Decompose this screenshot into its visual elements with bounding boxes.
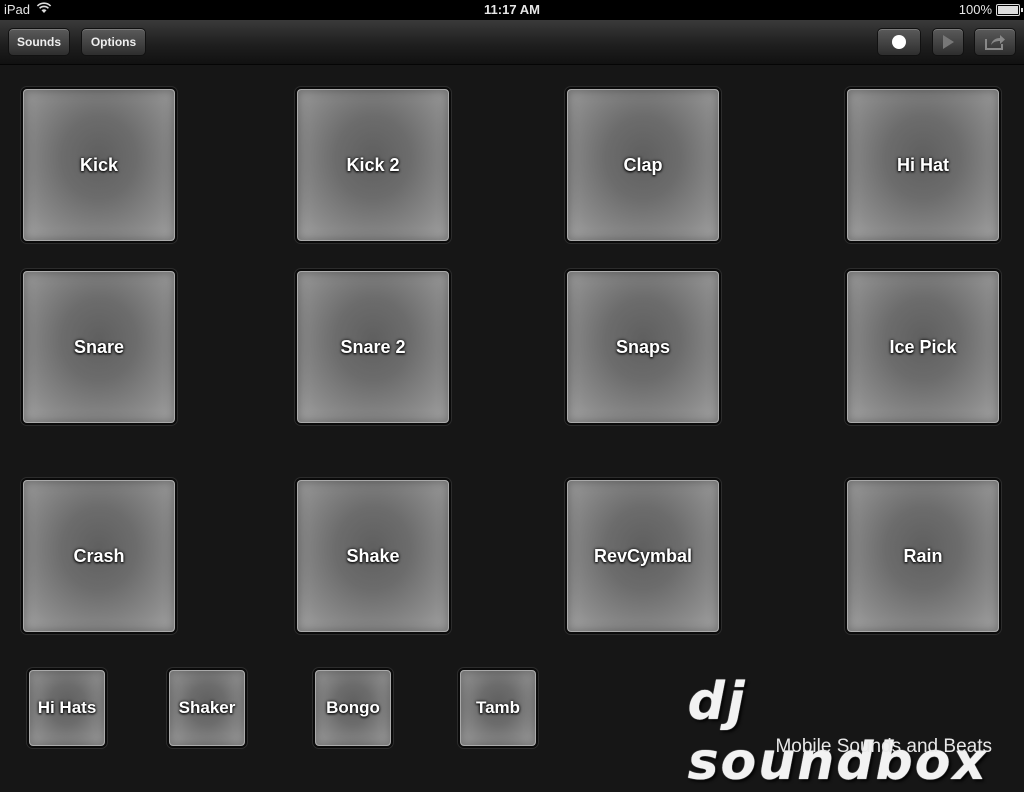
pad-label: Hi Hats (37, 698, 97, 717)
battery-percent: 100% (958, 2, 992, 17)
status-right: 100% (958, 2, 1023, 17)
pad-kick[interactable]: Kick (23, 89, 175, 241)
pad-label: Snare (73, 336, 125, 357)
sounds-button[interactable]: Sounds (8, 28, 70, 56)
record-icon (891, 34, 907, 50)
pad-crash[interactable]: Crash (23, 480, 175, 632)
pad-label: Clap (623, 154, 663, 175)
pad-label: Bongo (326, 698, 380, 717)
toolbar: Sounds Options (0, 20, 1024, 65)
pad-shake[interactable]: Shake (297, 480, 449, 632)
logo-tagline: Mobile Sounds and Beats (775, 736, 992, 757)
pad-label: Kick 2 (346, 154, 400, 175)
pad-hi-hat[interactable]: Hi Hat (847, 89, 999, 241)
small-pad-bongo[interactable]: Bongo (315, 670, 391, 746)
play-icon (941, 34, 955, 50)
status-bar: iPad 11:17 AM 100% (0, 0, 1024, 20)
pad-clap[interactable]: Clap (567, 89, 719, 241)
logo-brand: dj soundbox (687, 672, 989, 792)
pad-kick-2[interactable]: Kick 2 (297, 89, 449, 241)
options-button[interactable]: Options (81, 28, 146, 56)
pad-label: Shaker (178, 698, 236, 717)
pad-label: RevCymbal (593, 545, 693, 566)
pad-label: Tamb (475, 698, 521, 717)
pad-label: Crash (73, 545, 125, 566)
pad-snare[interactable]: Snare (23, 271, 175, 423)
pad-label: Rain (903, 545, 943, 566)
pad-label: Ice Pick (889, 336, 957, 357)
share-button[interactable] (974, 28, 1016, 56)
play-button[interactable] (932, 28, 964, 56)
app-logo: dj soundbox Mobile Sounds and Beats (688, 672, 1012, 792)
pad-rain[interactable]: Rain (847, 480, 999, 632)
pad-snare-2[interactable]: Snare 2 (297, 271, 449, 423)
pad-revcymbal[interactable]: RevCymbal (567, 480, 719, 632)
status-time: 11:17 AM (484, 2, 540, 17)
pad-label: Snare 2 (340, 336, 406, 357)
share-icon (984, 34, 1006, 50)
pad-snaps[interactable]: Snaps (567, 271, 719, 423)
pad-label: Shake (346, 545, 400, 566)
pad-label: Hi Hat (896, 154, 949, 175)
small-pad-shaker[interactable]: Shaker (169, 670, 245, 746)
record-button[interactable] (877, 28, 921, 56)
battery-icon (996, 3, 1023, 16)
pad-label: Kick (79, 154, 119, 175)
pad-label: Snaps (615, 336, 671, 357)
small-pad-tamb[interactable]: Tamb (460, 670, 536, 746)
small-pad-hi-hats[interactable]: Hi Hats (29, 670, 105, 746)
pad-ice-pick[interactable]: Ice Pick (847, 271, 999, 423)
